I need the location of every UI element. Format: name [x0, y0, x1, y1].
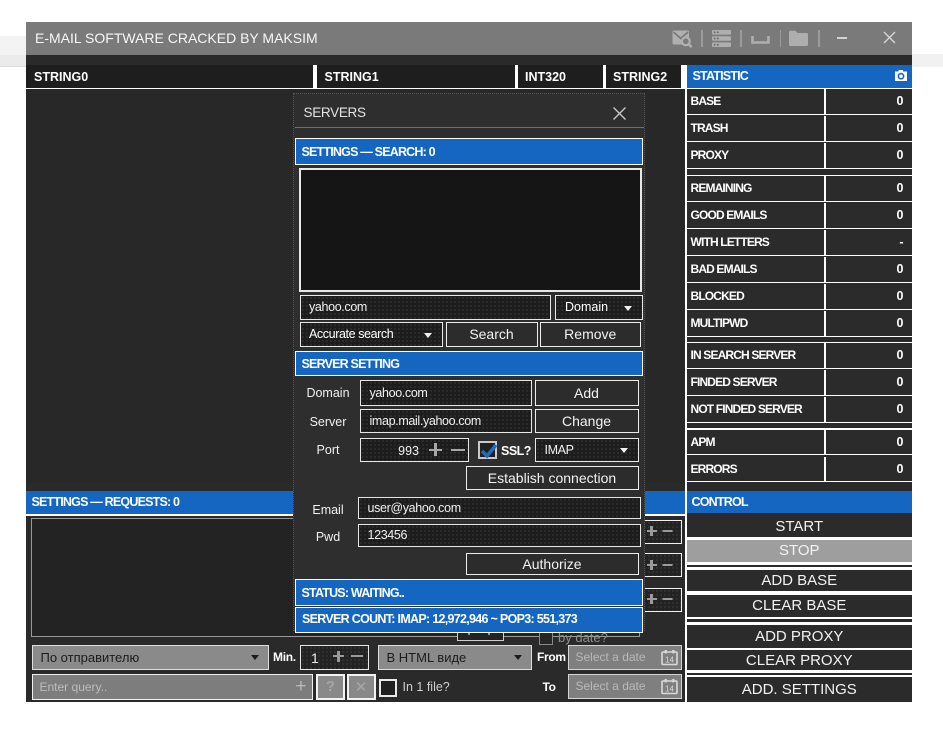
svg-text:14: 14 — [665, 656, 674, 665]
svg-text:14: 14 — [665, 685, 674, 694]
